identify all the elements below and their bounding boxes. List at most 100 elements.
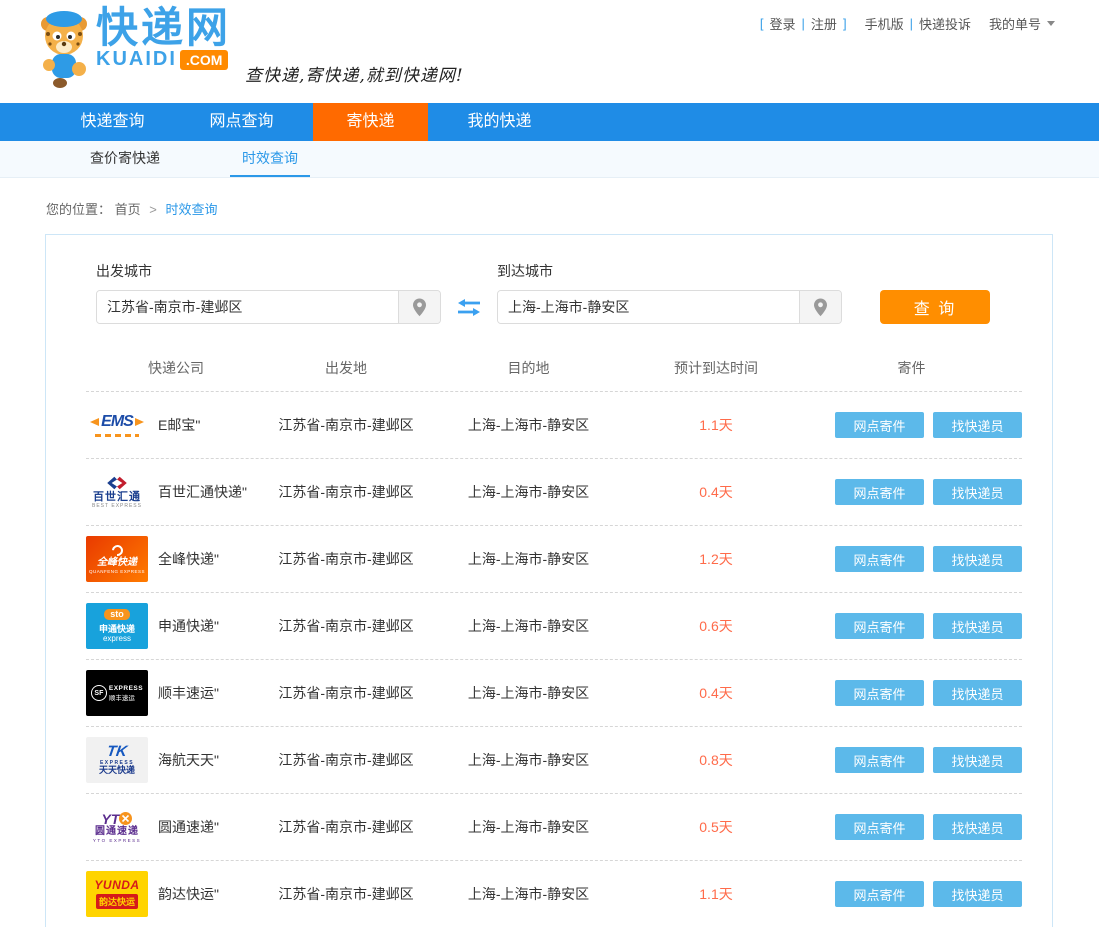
branch-send-button[interactable]: 网点寄件 [835,546,924,572]
eta-value: 0.5天 [631,817,801,837]
to-city-input[interactable] [498,291,799,323]
time-query-panel: 出发城市 到达城市 [45,234,1053,927]
from-cell: 江苏省-南京市-建邺区 [266,415,426,435]
to-cell: 上海-上海市-静安区 [426,482,631,502]
company-name: 圆通速递" [158,817,219,837]
quanfeng-en: QUANFENG EXPRESS [89,569,145,574]
sub-nav: 查价寄快递 时效查询 [0,141,1099,178]
login-link[interactable]: 登录 [770,14,796,33]
eta-value: 1.1天 [631,415,801,435]
branch-send-button[interactable]: 网点寄件 [835,680,924,706]
nav-tab-send-express[interactable]: 寄快递 [313,103,428,141]
ems-wing-icon [90,418,99,426]
header-company: 快递公司 [86,358,266,378]
eta-value: 1.1天 [631,884,801,904]
to-cell: 上海-上海市-静安区 [426,884,631,904]
from-cell: 江苏省-南京市-建邺区 [266,683,426,703]
sf-express-logo: SF EXPRESS 顺丰速运 [86,670,148,716]
find-courier-button[interactable]: 找快递员 [933,412,1022,438]
swap-cities-button[interactable] [458,299,480,316]
chevron-down-icon[interactable] [1047,21,1055,26]
query-button[interactable]: 查 询 [880,290,990,324]
slogan: 查快递,寄快递,就到快递网! [245,61,464,86]
yto-en: YTO EXPRESS [93,838,141,843]
site-logo[interactable]: 快递网 KUAIDI .COM 查快递,寄快递,就到快递网! [36,6,464,90]
mascot-cheetah-icon [36,6,92,90]
top-links: [ 登录 | 注册 ] 手机版 | 快递投诉 我的单号 [760,14,1055,33]
tiantian-tk-mark: TK [106,744,128,759]
ems-tagline-bar [95,434,139,437]
nav-tab-express-query[interactable]: 快递查询 [55,103,170,141]
quanfeng-cn: 全峰快递 [97,557,137,569]
company-name: 申通快递" [158,616,219,636]
location-pin-icon [412,298,427,317]
header-eta: 预计到达时间 [631,358,801,378]
from-cell: 江苏省-南京市-建邺区 [266,817,426,837]
branch-send-button[interactable]: 网点寄件 [835,479,924,505]
best-express-logo: 百世汇通 BEST EXPRESS [86,469,148,515]
table-header: 快递公司 出发地 目的地 预计到达时间 寄件 [86,344,1022,392]
mobile-version-link[interactable]: 手机版 [865,14,904,33]
ems-wordmark: EMS [101,413,133,431]
table-row: EMS E邮宝" 江苏省-南京市-建邺区 上海-上海市-静安区 1.1天 网点寄… [86,392,1022,459]
best-en: BEST EXPRESS [92,503,142,509]
quanfeng-logo: 全峰快递 QUANFENG EXPRESS [86,536,148,582]
branch-send-button[interactable]: 网点寄件 [835,412,924,438]
tiantian-logo: TK EXPRESS 天天快递 [86,737,148,783]
find-courier-button[interactable]: 找快递员 [933,881,1022,907]
subnav-price-query[interactable]: 查价寄快递 [78,141,172,177]
find-courier-button[interactable]: 找快递员 [933,747,1022,773]
breadcrumb: 您的位置： 首页 > 时效查询 [46,199,1099,218]
register-link[interactable]: 注册 [811,14,837,33]
table-row: sto 申通快递 express 申通快递" 江苏省-南京市-建邺区 上海-上海… [86,593,1022,660]
swap-arrows-icon [458,299,480,316]
sto-en: express [103,635,131,643]
company-name: 百世汇通快递" [158,482,247,502]
branch-send-button[interactable]: 网点寄件 [835,814,924,840]
to-cell: 上海-上海市-静安区 [426,750,631,770]
ems-logo: EMS [86,402,148,448]
query-form: 出发城市 到达城市 [46,235,1052,324]
complaint-link[interactable]: 快递投诉 [919,14,971,33]
best-cn: 百世汇通 [93,491,141,503]
from-cell: 江苏省-南京市-建邺区 [266,884,426,904]
logo-tld-badge: .COM [180,50,229,70]
nav-tab-branch-query[interactable]: 网点查询 [184,103,299,141]
company-name: 全峰快递" [158,549,219,569]
yto-ball-icon [119,812,132,825]
header-from: 出发地 [266,358,426,378]
company-name: 海航天天" [158,750,219,770]
find-courier-button[interactable]: 找快递员 [933,613,1022,639]
subnav-time-query[interactable]: 时效查询 [230,141,310,177]
table-body: EMS E邮宝" 江苏省-南京市-建邺区 上海-上海市-静安区 1.1天 网点寄… [86,392,1022,927]
from-cell: 江苏省-南京市-建邺区 [266,750,426,770]
from-city-picker-button[interactable] [398,291,440,323]
to-city-picker-button[interactable] [799,291,841,323]
logo-cn: 快递网 [96,6,231,50]
from-city-input[interactable] [97,291,398,323]
table-row: YT 圆通速递 YTO EXPRESS 圆通速递" 江苏省-南京市-建邺区 上海… [86,794,1022,861]
logo-text: 快递网 KUAIDI .COM [96,6,231,71]
breadcrumb-current[interactable]: 时效查询 [166,202,218,217]
eta-value: 0.6天 [631,616,801,636]
find-courier-button[interactable]: 找快递员 [933,680,1022,706]
find-courier-button[interactable]: 找快递员 [933,814,1022,840]
to-cell: 上海-上海市-静安区 [426,616,631,636]
my-tracking-number-menu[interactable]: 我的单号 [989,14,1041,33]
bracket: ] [843,16,847,31]
branch-send-button[interactable]: 网点寄件 [835,613,924,639]
from-city-label: 出发城市 [96,261,441,281]
eta-value: 0.4天 [631,482,801,502]
breadcrumb-home-link[interactable]: 首页 [115,202,141,217]
find-courier-button[interactable]: 找快递员 [933,546,1022,572]
yunda-en: YUNDA [94,879,139,892]
eta-value: 0.8天 [631,750,801,770]
branch-send-button[interactable]: 网点寄件 [835,881,924,907]
branch-send-button[interactable]: 网点寄件 [835,747,924,773]
from-cell: 江苏省-南京市-建邺区 [266,549,426,569]
find-courier-button[interactable]: 找快递员 [933,479,1022,505]
logo-en: KUAIDI [96,48,177,71]
nav-tab-my-express[interactable]: 我的快递 [442,103,557,141]
yto-yt-mark: YT [102,812,120,826]
pipe: | [910,16,913,31]
